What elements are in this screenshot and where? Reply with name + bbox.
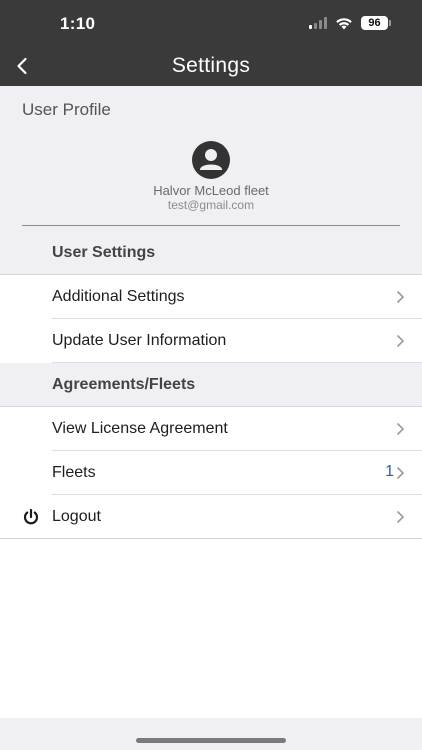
home-indicator[interactable] — [136, 738, 286, 743]
status-time: 1:10 — [60, 14, 96, 33]
wifi-icon — [336, 17, 352, 29]
update-user-information-row[interactable]: Update User Information — [0, 319, 422, 363]
view-license-agreement-row[interactable]: View License Agreement — [0, 407, 422, 451]
chevron-right-icon — [396, 510, 405, 524]
settings-list: User Settings Additional Settings Update… — [0, 231, 422, 539]
row-label: Update User Information — [52, 332, 227, 349]
fleets-row[interactable]: Fleets 1 — [0, 451, 422, 495]
signal-icon — [309, 17, 327, 29]
person-circle-icon — [192, 141, 230, 179]
user-profile-section: User Profile Halvor McLeod fleet test@gm… — [0, 86, 422, 231]
bottom-bar — [0, 718, 422, 750]
row-label: Logout — [52, 508, 101, 525]
chevron-right-icon — [396, 466, 405, 480]
divider — [22, 225, 400, 226]
battery-icon: 96 — [361, 16, 391, 30]
logout-row[interactable]: Logout — [0, 495, 422, 539]
profile-name: Halvor McLeod fleet — [153, 183, 269, 198]
profile-email: test@gmail.com — [167, 198, 255, 212]
section-header-agreements: Agreements/Fleets — [0, 363, 422, 407]
additional-settings-row[interactable]: Additional Settings — [0, 275, 422, 319]
row-label: Fleets — [52, 464, 96, 481]
status-icons: 96 — [309, 16, 391, 30]
header-bar: 1:10 96 Settings — [0, 0, 422, 86]
page-title: Settings — [171, 54, 251, 77]
chevron-right-icon — [396, 334, 405, 348]
section-header-user-settings: User Settings — [0, 231, 422, 275]
row-label: View License Agreement — [52, 420, 228, 437]
settings-screen: 1:10 96 Settings User Profile Halvor McL… — [0, 0, 422, 750]
profile-heading: User Profile — [22, 100, 111, 119]
chevron-right-icon — [396, 290, 405, 304]
fleets-count: 1 — [385, 463, 394, 480]
power-icon — [23, 508, 39, 525]
chevron-right-icon — [396, 422, 405, 436]
row-label: Additional Settings — [52, 288, 185, 305]
